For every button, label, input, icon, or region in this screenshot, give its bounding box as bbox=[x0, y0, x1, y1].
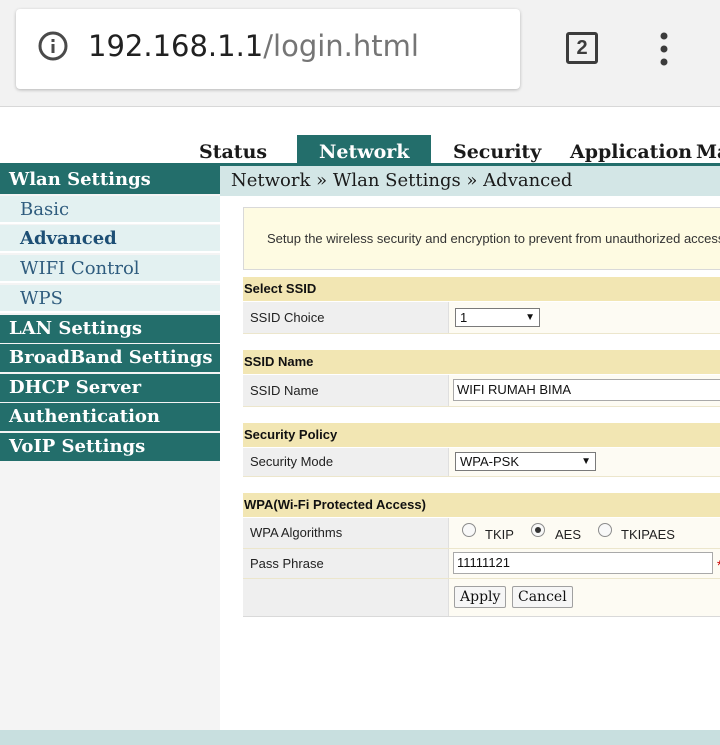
pass-phrase-input[interactable]: 11111121 bbox=[453, 552, 713, 574]
radio-tkip[interactable] bbox=[462, 523, 476, 537]
sidebar-group-dhcp-server[interactable]: DHCP Server bbox=[0, 374, 220, 402]
sidebar-group-voip-settings[interactable]: VoIP Settings bbox=[0, 433, 220, 461]
tab-switcher-button[interactable]: 2 bbox=[566, 32, 598, 64]
ssid-name-input[interactable]: WIFI RUMAH BIMA bbox=[453, 379, 720, 401]
form-row-wpa-algorithms: WPA Algorithms TKIP AES TKIPAES bbox=[243, 518, 720, 549]
sidebar-item-wifi-control[interactable]: WIFI Control bbox=[0, 255, 220, 283]
form-row-pass-phrase: Pass Phrase 11111121 bbox=[243, 549, 720, 579]
tab-application[interactable]: Application bbox=[570, 141, 692, 163]
section-header-wpa: WPA(Wi-Fi Protected Access) bbox=[243, 493, 720, 517]
tab-status[interactable]: Status bbox=[199, 141, 267, 163]
tab-management[interactable]: Ma bbox=[696, 141, 720, 163]
security-mode-select[interactable]: WPA-PSK ▼ bbox=[455, 452, 596, 471]
field-value: TKIP AES TKIPAES bbox=[453, 518, 720, 548]
tab-network[interactable]: Network bbox=[297, 135, 432, 163]
tab-security[interactable]: Security bbox=[453, 141, 541, 163]
section-header-security-policy: Security Policy bbox=[243, 423, 720, 447]
apply-button[interactable]: Apply bbox=[454, 586, 507, 608]
field-label: SSID Choice bbox=[243, 302, 449, 333]
sidebar-group-wlan-settings[interactable]: Wlan Settings bbox=[0, 166, 220, 194]
sidebar-item-advanced[interactable]: Advanced bbox=[0, 225, 220, 253]
field-value: Apply Cancel bbox=[453, 579, 720, 616]
section-header-select-ssid: Select SSID bbox=[243, 277, 720, 301]
url-path: /login.html bbox=[263, 29, 419, 63]
radio-label-aes: AES bbox=[555, 527, 582, 542]
sidebar-group-authentication[interactable]: Authentication bbox=[0, 403, 220, 431]
sidebar: Wlan Settings Basic Advanced WIFI Contro… bbox=[0, 166, 220, 730]
field-label-empty bbox=[243, 579, 449, 616]
form-row-actions: Apply Cancel bbox=[243, 579, 720, 617]
field-label: WPA Algorithms bbox=[243, 518, 449, 548]
field-label: SSID Name bbox=[243, 375, 449, 406]
field-label: Pass Phrase bbox=[243, 549, 449, 578]
field-value: WPA-PSK ▼ bbox=[453, 448, 720, 476]
field-value: WIFI RUMAH BIMA bbox=[453, 375, 720, 406]
help-notice: Setup the wireless security and encrypti… bbox=[243, 207, 720, 270]
sidebar-item-basic[interactable]: Basic bbox=[0, 196, 220, 224]
section-header-ssid-name: SSID Name bbox=[243, 350, 720, 374]
browser-toolbar: 192.168.1.1/login.html 2 bbox=[0, 0, 720, 107]
radio-tkipaes[interactable] bbox=[598, 523, 612, 537]
cancel-button[interactable]: Cancel bbox=[512, 586, 573, 608]
sidebar-group-broadband-settings[interactable]: BroadBand Settings bbox=[0, 344, 220, 372]
dropdown-arrow-icon: ▼ bbox=[525, 312, 535, 323]
form-row-ssid-name: SSID Name WIFI RUMAH BIMA bbox=[243, 375, 720, 407]
field-value: 1 ▼ bbox=[453, 302, 720, 333]
radio-label-tkip: TKIP bbox=[485, 527, 514, 542]
url-text[interactable]: 192.168.1.1/login.html bbox=[88, 29, 419, 63]
kebab-menu-icon[interactable] bbox=[650, 30, 678, 70]
sidebar-item-wps[interactable]: WPS bbox=[0, 285, 220, 313]
address-bar[interactable]: 192.168.1.1/login.html bbox=[16, 9, 520, 89]
radio-label-tkipaes: TKIPAES bbox=[621, 527, 675, 542]
top-nav: Status Network Security Application Ma bbox=[0, 107, 720, 163]
field-label: Security Mode bbox=[243, 448, 449, 476]
form-row-security-mode: Security Mode WPA-PSK ▼ bbox=[243, 448, 720, 477]
info-icon[interactable] bbox=[38, 31, 68, 61]
form-row-ssid-choice: SSID Choice 1 ▼ bbox=[243, 302, 720, 334]
footer-bar bbox=[0, 730, 720, 745]
breadcrumb: Network » Wlan Settings » Advanced bbox=[220, 166, 720, 196]
field-value: 11111121 bbox=[453, 549, 720, 578]
sidebar-group-lan-settings[interactable]: LAN Settings bbox=[0, 315, 220, 343]
select-value: 1 bbox=[460, 310, 468, 325]
dropdown-arrow-icon: ▼ bbox=[581, 456, 591, 467]
url-host: 192.168.1.1 bbox=[88, 29, 264, 63]
radio-aes[interactable] bbox=[531, 523, 545, 537]
ssid-choice-select[interactable]: 1 ▼ bbox=[455, 308, 540, 327]
select-value: WPA-PSK bbox=[460, 454, 519, 469]
